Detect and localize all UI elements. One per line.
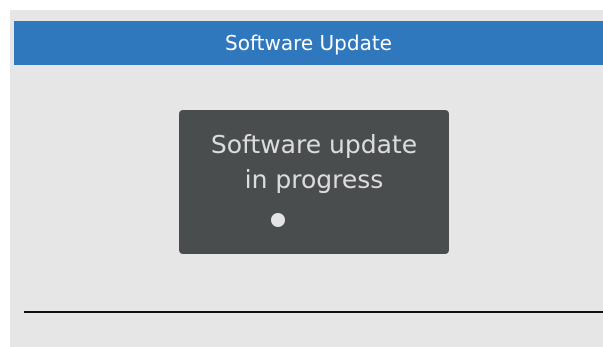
title-bar: Software Update bbox=[14, 21, 603, 65]
dialog-message-line-2: in progress bbox=[244, 165, 384, 194]
update-progress-dialog: Software update in progress bbox=[179, 110, 449, 254]
progress-dot-icon bbox=[271, 213, 285, 227]
divider-line bbox=[24, 311, 603, 313]
dialog-message-line-1: Software update bbox=[210, 130, 418, 159]
dialog-message: Software update in progress bbox=[179, 127, 449, 197]
window-title: Software Update bbox=[225, 31, 392, 55]
